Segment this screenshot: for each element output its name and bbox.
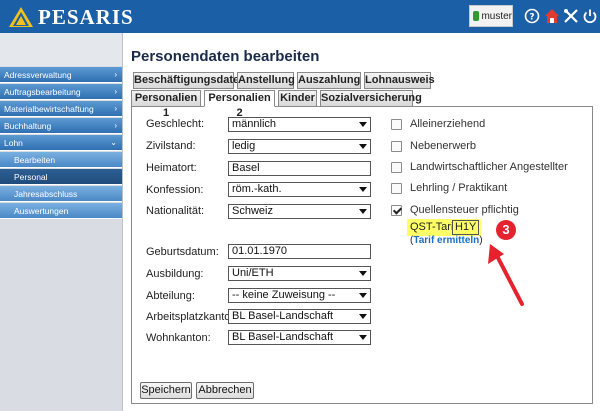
tab-sozialversicherung[interactable]: Sozialversicherung — [320, 90, 422, 107]
nationalitaet-label: Nationalität: — [146, 205, 205, 217]
nebenerwerb-checkbox[interactable] — [391, 141, 402, 152]
username: muster — [481, 10, 512, 22]
geburtsdatum-label: Geburtsdatum: — [146, 246, 219, 258]
top-bar: PESARIS muster ? — [0, 0, 600, 33]
geschlecht-value: männlich — [232, 118, 277, 130]
tab-lohnausweis[interactable]: Lohnausweis — [364, 72, 435, 89]
user-box[interactable]: muster — [469, 5, 513, 27]
help-icon[interactable]: ? — [524, 8, 540, 24]
dropdown-arrow-icon — [359, 122, 367, 127]
sidebar-subitem-label: Jahresabschluss — [14, 189, 78, 199]
lehrling-praktikant-label: Lehrling / Praktikant — [410, 182, 508, 194]
sidebar-item-auftragsbearbeitung[interactable]: Auftragsbearbeitung › — [0, 84, 122, 100]
wohnkanton-label: Wohnkanton: — [146, 332, 211, 344]
abteilung-value: -- keine Zuweisung -- — [232, 289, 336, 301]
tarif-ermitteln-link[interactable]: Tarif ermitteln — [413, 235, 479, 246]
dropdown-arrow-icon — [359, 335, 367, 340]
landwirtschaftlicher-angestellter-label: Landwirtschaftlicher Angestellter — [410, 161, 568, 173]
dropdown-arrow-icon — [359, 209, 367, 214]
ausbildung-value: Uni/ETH — [232, 267, 274, 279]
sidebar-item-lohn[interactable]: Lohn ⌄ — [0, 135, 122, 151]
sidebar-item-label: Auftragsbearbeitung — [4, 87, 81, 97]
geschlecht-select[interactable]: männlich — [228, 117, 371, 132]
sidebar-item-materialbewirtschaftung[interactable]: Materialbewirtschaftung › — [0, 101, 122, 117]
logo-mark-icon — [8, 6, 34, 28]
dropdown-arrow-icon — [359, 314, 367, 319]
user-icon — [473, 11, 480, 21]
zivilstand-value: ledig — [232, 140, 256, 152]
chevron-right-icon: › — [114, 70, 117, 79]
annotation-arrow-icon — [488, 244, 524, 306]
sidebar-item-label: Adressverwaltung — [4, 70, 72, 80]
abteilung-select[interactable]: -- keine Zuweisung -- — [228, 288, 371, 303]
dropdown-arrow-icon — [359, 293, 367, 298]
wohnkanton-value: BL Basel-Landschaft — [232, 331, 334, 343]
ausbildung-select[interactable]: Uni/ETH — [228, 266, 371, 281]
sidebar-subitem-label: Bearbeiten — [14, 155, 56, 165]
tab-kinder[interactable]: Kinder — [278, 90, 317, 107]
chevron-down-icon: ⌄ — [110, 138, 117, 147]
arbeitsplatzkanton-select[interactable]: BL Basel-Landschaft — [228, 309, 371, 324]
sidebar-subitem-bearbeiten[interactable]: Bearbeiten — [0, 152, 122, 168]
dropdown-arrow-icon — [359, 187, 367, 192]
tab-personalien-1[interactable]: Personalien 1 — [131, 90, 201, 119]
geschlecht-label: Geschlecht: — [146, 118, 205, 130]
quellensteuer-pflichtig-label: Quellensteuer pflichtig — [410, 204, 519, 216]
konfession-value: röm.-kath. — [232, 183, 282, 195]
alleinerziehend-label: Alleinerziehend — [410, 118, 486, 130]
tab-anstellung[interactable]: Anstellung — [237, 72, 295, 89]
svg-text:?: ? — [529, 13, 534, 23]
logo[interactable]: PESARIS — [8, 5, 134, 29]
tarif-ermitteln-wrapper: (Tarif ermitteln) — [410, 235, 483, 246]
wohnkanton-select[interactable]: BL Basel-Landschaft — [228, 330, 371, 345]
arbeitsplatzkanton-label: Arbeitsplatzkanton: — [146, 311, 240, 323]
logo-text: PESARIS — [38, 4, 134, 29]
tab-beschaeftigungsdaten[interactable]: Beschäftigungsdaten — [133, 72, 246, 89]
sidebar-subitem-jahresabschluss[interactable]: Jahresabschluss — [0, 186, 122, 202]
save-button[interactable]: Speichern — [140, 382, 192, 399]
page-title: Personendaten bearbeiten — [131, 48, 320, 65]
sidebar-item-buchhaltung[interactable]: Buchhaltung › — [0, 118, 122, 134]
sidebar-item-label: Lohn — [4, 138, 23, 148]
landwirtschaftlicher-angestellter-checkbox[interactable] — [391, 162, 402, 173]
zivilstand-label: Zivilstand: — [146, 140, 196, 152]
tab-auszahlung[interactable]: Auszahlung — [297, 72, 361, 89]
cancel-button[interactable]: Abbrechen — [196, 382, 254, 399]
abteilung-label: Abteilung: — [146, 290, 195, 302]
konfession-select[interactable]: röm.-kath. — [228, 182, 371, 197]
lehrling-praktikant-checkbox[interactable] — [391, 183, 402, 194]
dropdown-arrow-icon — [359, 271, 367, 276]
heimatort-label: Heimatort: — [146, 162, 197, 174]
nationalitaet-value: Schweiz — [232, 205, 273, 217]
tab-personalien-2[interactable]: Personalien 2 — [204, 90, 275, 119]
zivilstand-select[interactable]: ledig — [228, 139, 371, 154]
sidebar-item-label: Materialbewirtschaftung — [4, 104, 94, 114]
sidebar-subitem-label: Personal — [14, 172, 48, 182]
heimatort-input[interactable]: Basel — [228, 161, 371, 176]
chevron-right-icon: › — [114, 121, 117, 130]
power-icon[interactable] — [582, 8, 598, 24]
nebenerwerb-label: Nebenerwerb — [410, 140, 477, 152]
alleinerziehend-checkbox[interactable] — [391, 119, 402, 130]
chevron-right-icon: › — [114, 104, 117, 113]
sidebar-subitem-label: Auswertungen — [14, 206, 69, 216]
chevron-right-icon: › — [114, 87, 117, 96]
geburtsdatum-input[interactable]: 01.01.1970 — [228, 244, 371, 259]
sidebar-subitem-auswertungen[interactable]: Auswertungen — [0, 203, 122, 219]
sidebar-subitem-personal[interactable]: Personal — [0, 169, 122, 185]
sidebar-top — [0, 33, 122, 66]
home-icon[interactable] — [544, 8, 560, 24]
qst-tarif-input[interactable]: H1Y — [452, 220, 479, 235]
tools-icon[interactable] — [563, 8, 579, 24]
quellensteuer-pflichtig-checkbox[interactable] — [391, 205, 402, 216]
annotation-badge: 3 — [496, 220, 516, 240]
arbeitsplatzkanton-value: BL Basel-Landschaft — [232, 310, 334, 322]
nationalitaet-select[interactable]: Schweiz — [228, 204, 371, 219]
konfession-label: Konfession: — [146, 184, 204, 196]
ausbildung-label: Ausbildung: — [146, 268, 204, 280]
dropdown-arrow-icon — [359, 144, 367, 149]
sidebar-item-label: Buchhaltung — [4, 121, 52, 131]
sidebar-item-adressverwaltung[interactable]: Adressverwaltung › — [0, 67, 122, 83]
